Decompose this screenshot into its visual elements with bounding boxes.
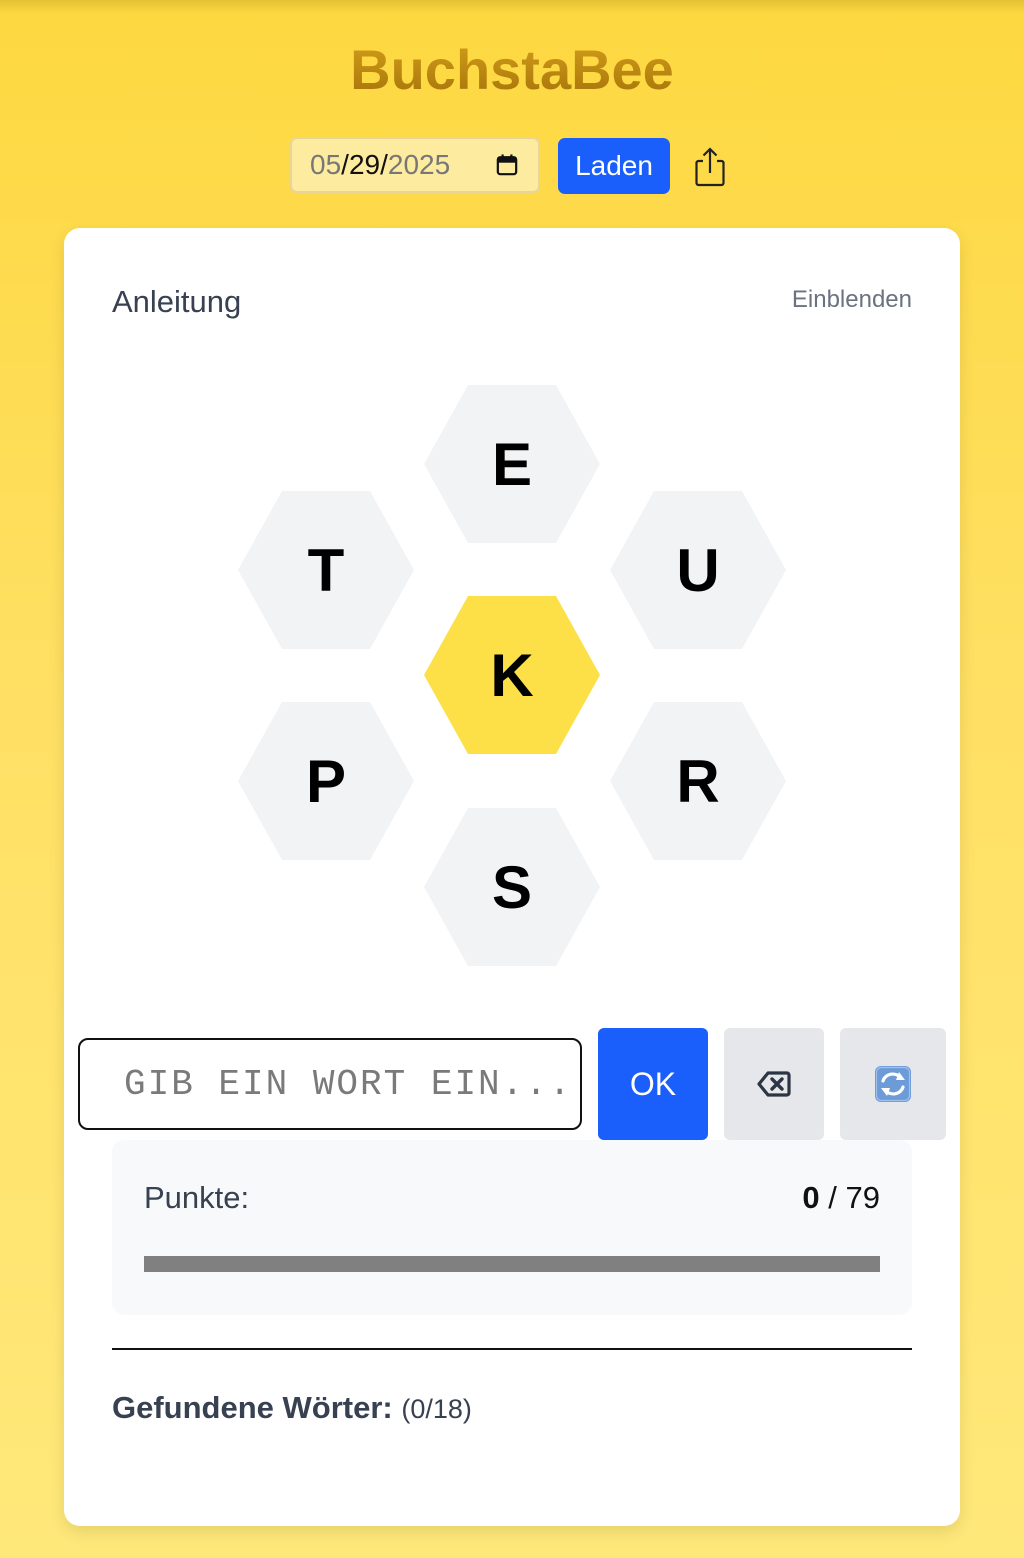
letter-tile-upper-right[interactable]: U — [610, 491, 786, 649]
score-value: 0 / 79 — [802, 1178, 880, 1218]
app-title: BuchstaBee — [0, 36, 1024, 104]
date-day[interactable]: 29 — [349, 149, 380, 180]
date-separator: / — [341, 149, 349, 180]
score-separator: / — [819, 1180, 846, 1215]
letter-tile-center[interactable]: K — [424, 596, 600, 754]
letter-tile-bottom[interactable]: S — [424, 808, 600, 966]
game-card: Anleitung Einblenden E T U K P R S OK Pu… — [64, 228, 960, 1526]
score-label: Punkte: — [144, 1180, 250, 1215]
score-max: 79 — [845, 1180, 880, 1215]
date-toolbar: 05/29/2025 Laden — [0, 137, 1024, 195]
found-words-label: Gefundene Wörter: — [112, 1390, 393, 1425]
delete-button[interactable] — [724, 1028, 824, 1140]
date-month[interactable]: 05 — [310, 149, 341, 180]
letter-tile-lower-right[interactable]: R — [610, 702, 786, 860]
shuffle-icon — [875, 1066, 911, 1102]
letter-tile-upper-left[interactable]: T — [238, 491, 414, 649]
load-button[interactable]: Laden — [558, 138, 670, 194]
instructions-toggle[interactable]: Einblenden — [792, 284, 912, 316]
share-icon[interactable] — [690, 145, 730, 189]
shuffle-button[interactable] — [840, 1028, 946, 1140]
instructions-title: Anleitung — [112, 284, 242, 319]
divider — [112, 1348, 912, 1350]
calendar-icon[interactable] — [496, 154, 518, 176]
found-words-header: Gefundene Wörter: (0/18) — [112, 1388, 472, 1429]
ok-button[interactable]: OK — [598, 1028, 708, 1140]
top-shadow — [0, 0, 1024, 14]
score-current: 0 — [802, 1180, 820, 1215]
score-progress-bar — [144, 1256, 880, 1272]
date-separator: / — [380, 149, 388, 180]
date-input[interactable]: 05/29/2025 — [290, 137, 540, 193]
word-input[interactable] — [78, 1038, 582, 1130]
date-year[interactable]: 2025 — [388, 149, 450, 180]
letter-tile-top[interactable]: E — [424, 385, 600, 543]
found-words-count: (0/18) — [401, 1394, 472, 1424]
backspace-icon — [757, 1071, 791, 1097]
score-panel: Punkte: 0 / 79 — [112, 1140, 912, 1315]
letter-tile-lower-left[interactable]: P — [238, 702, 414, 860]
